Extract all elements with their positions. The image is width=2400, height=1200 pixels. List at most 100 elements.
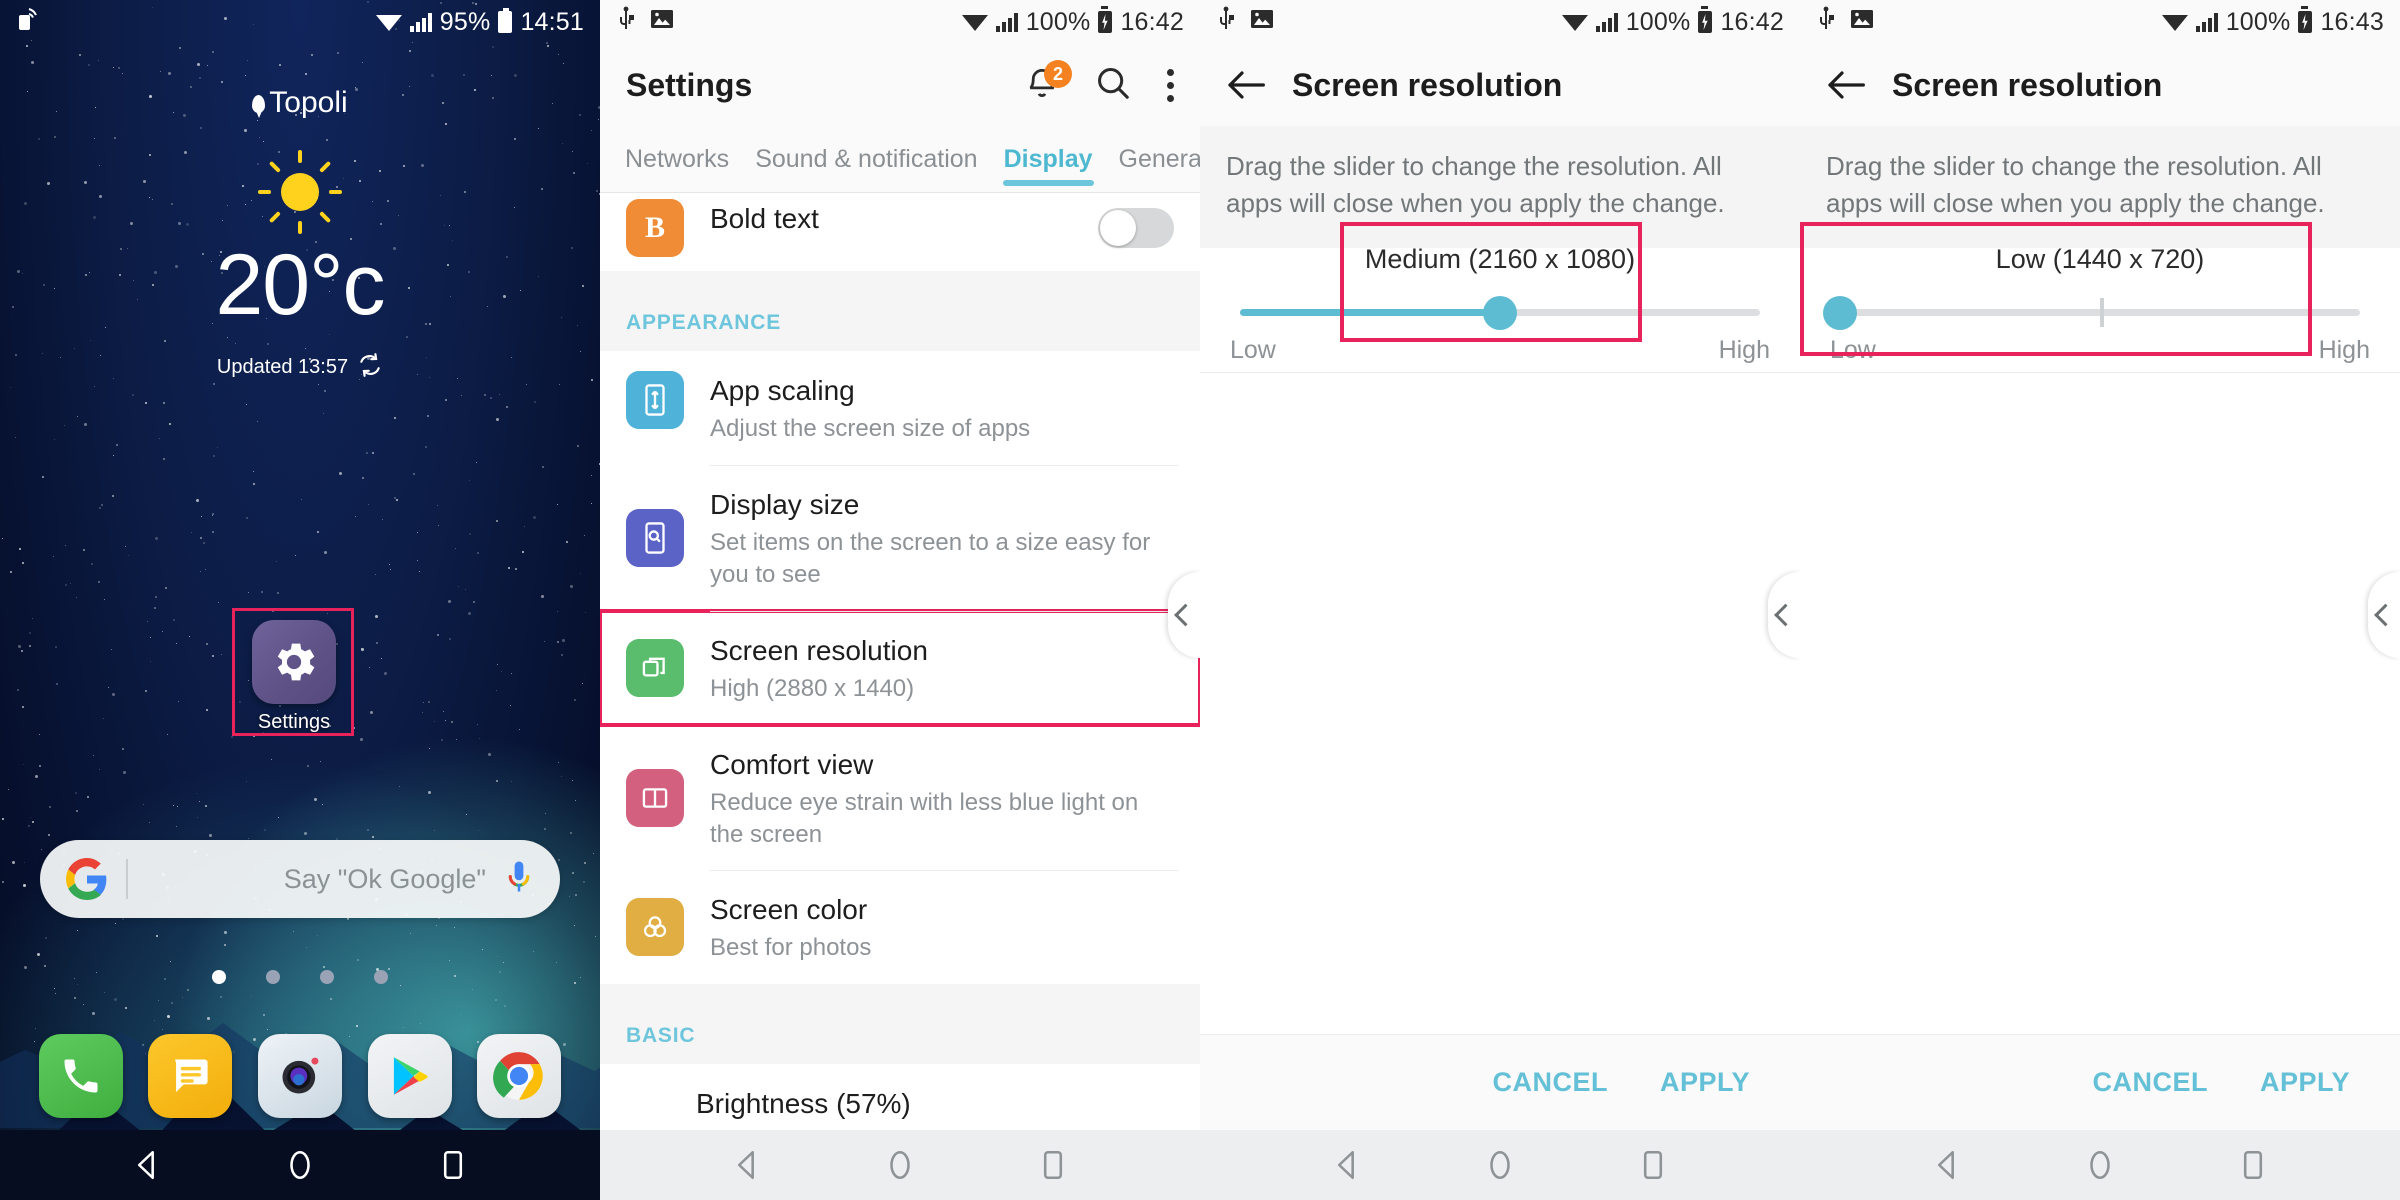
- navigation-bar-home: [0, 1130, 600, 1200]
- resolution-slider-endpoints: Low High: [1830, 336, 2370, 365]
- setting-subtitle: High (2880 x 1440): [710, 674, 915, 702]
- wifi-icon: [2161, 13, 2188, 31]
- status-clock: 16:42: [1120, 7, 1184, 36]
- edge-panel-handle[interactable]: [1768, 572, 1800, 658]
- image-icon: [1250, 8, 1274, 37]
- home-icon[interactable]: [2083, 1148, 2117, 1182]
- signal-icon: [409, 12, 432, 32]
- microphone-icon[interactable]: [504, 858, 534, 900]
- page-title: Settings: [626, 66, 753, 103]
- home-icon[interactable]: [283, 1148, 317, 1182]
- dock-app-phone[interactable]: [38, 1034, 123, 1118]
- nfc-icon: [16, 6, 38, 39]
- google-search-bar[interactable]: Say "Ok Google": [40, 840, 560, 918]
- resolution-action-bar-medium: CANCEL APPLY: [1200, 1034, 1800, 1130]
- page-dot-4[interactable]: [374, 970, 388, 984]
- setting-title: Comfort view: [710, 748, 874, 780]
- google-g-icon: [66, 858, 108, 900]
- resolution-divider: [1200, 372, 1800, 373]
- back-icon[interactable]: [130, 1148, 164, 1182]
- recents-icon[interactable]: [1636, 1148, 1670, 1182]
- dock-app-camera[interactable]: [257, 1034, 342, 1118]
- apply-button[interactable]: APPLY: [2244, 1057, 2366, 1108]
- tab-networks[interactable]: Networks: [612, 126, 742, 192]
- weather-temperature: 20°c: [215, 237, 385, 333]
- page-dot-3[interactable]: [320, 970, 334, 984]
- dock-app-chrome[interactable]: [477, 1034, 562, 1118]
- dock-app-play-store[interactable]: [367, 1034, 452, 1118]
- search-divider: [126, 859, 128, 899]
- home-icon[interactable]: [1483, 1148, 1517, 1182]
- battery-charging-icon: [2298, 6, 2313, 33]
- navigation-bar-resolution-medium: [1200, 1130, 1800, 1200]
- apply-button[interactable]: APPLY: [1644, 1057, 1766, 1108]
- signal-icon: [1595, 12, 1618, 32]
- signal-icon: [2195, 12, 2218, 32]
- home-dock: [0, 1020, 600, 1132]
- bold-text-toggle[interactable]: [1098, 208, 1174, 248]
- status-bar-settings: 100% 16:42: [600, 0, 1200, 44]
- dock-app-messages[interactable]: [148, 1034, 233, 1118]
- setting-row-comfort-view[interactable]: Comfort view Reduce eye strain with less…: [600, 724, 1200, 871]
- home-page-indicator: [0, 970, 600, 984]
- cancel-button[interactable]: CANCEL: [2076, 1057, 2224, 1108]
- resolution-slider-area-medium: Medium (2160 x 1080) Low High: [1200, 222, 1800, 365]
- recents-icon[interactable]: [436, 1148, 470, 1182]
- setting-subtitle: Reduce eye strain with less blue light o…: [710, 788, 1139, 848]
- refresh-icon[interactable]: [357, 352, 383, 384]
- home-icon[interactable]: [883, 1148, 917, 1182]
- brightness-label: Brightness (57%): [696, 1088, 911, 1120]
- search-icon[interactable]: [1094, 64, 1132, 107]
- resolution-slider[interactable]: [1240, 295, 1760, 330]
- setting-title: Screen resolution: [710, 634, 928, 666]
- weather-widget[interactable]: Topoli 20°c Updated 13:57: [0, 86, 600, 384]
- recents-icon[interactable]: [2236, 1148, 2270, 1182]
- back-icon[interactable]: [1930, 1148, 1964, 1182]
- tab-sound-notification[interactable]: Sound & notification: [742, 126, 990, 192]
- tab-display[interactable]: Display: [991, 126, 1106, 192]
- setting-row-display-size[interactable]: Display size Set items on the screen to …: [600, 464, 1200, 611]
- setting-subtitle: Adjust the screen size of apps: [710, 415, 1031, 442]
- resolution-slider[interactable]: [1823, 295, 2360, 330]
- setting-row-brightness[interactable]: Brightness (57%): [600, 1064, 1200, 1130]
- page-dot-2[interactable]: [266, 970, 280, 984]
- setting-title: Bold text: [710, 203, 819, 234]
- usb-icon: [1816, 6, 1836, 39]
- page-dot-1[interactable]: [212, 970, 226, 984]
- search-input[interactable]: Say "Ok Google": [154, 864, 504, 895]
- battery-percent-label: 95%: [439, 7, 491, 36]
- usb-icon: [616, 6, 636, 39]
- setting-row-app-scaling[interactable]: App scaling Adjust the screen size of ap…: [600, 351, 1200, 465]
- back-arrow-icon[interactable]: [1226, 70, 1266, 100]
- back-icon[interactable]: [1330, 1148, 1364, 1182]
- bell-icon[interactable]: 2: [1024, 60, 1072, 104]
- tab-general[interactable]: General: [1106, 126, 1200, 192]
- back-icon[interactable]: [730, 1148, 764, 1182]
- edge-panel-handle[interactable]: [2368, 572, 2400, 658]
- signal-icon: [995, 12, 1018, 32]
- kebab-menu-icon[interactable]: [1166, 68, 1174, 102]
- wifi-icon: [1561, 13, 1588, 31]
- setting-row-screen-color[interactable]: Screen color Best for photos: [600, 870, 1200, 985]
- display-size-icon: [626, 508, 684, 567]
- weather-updated-label: Updated 13:57: [216, 356, 349, 379]
- setting-row-bold-text[interactable]: B Bold text: [600, 193, 1200, 271]
- wifi-icon: [961, 13, 988, 31]
- panel-screen-resolution-low: 100% 16:43 Screen resolution Drag the sl…: [1800, 0, 2400, 1200]
- section-gap: [600, 984, 1200, 1003]
- sun-icon: [257, 149, 343, 235]
- wifi-icon: [375, 13, 402, 31]
- weather-location-row: Topoli: [0, 86, 600, 120]
- recents-icon[interactable]: [1036, 1148, 1070, 1182]
- section-gap: [600, 271, 1200, 289]
- weather-condition-icon-wrap: [0, 146, 600, 238]
- battery-charging-icon: [1098, 6, 1113, 33]
- setting-row-screen-resolution[interactable]: Screen resolution High (2880 x 1440): [600, 608, 1200, 727]
- display-settings-list[interactable]: B Bold text APPEARANCE App scaling Adjus…: [600, 193, 1200, 1130]
- setting-subtitle: Set items on the screen to a size easy f…: [710, 528, 1151, 588]
- page-title: Screen resolution: [1292, 66, 1563, 103]
- cancel-button[interactable]: CANCEL: [1476, 1057, 1624, 1108]
- book-icon: [626, 768, 684, 827]
- back-arrow-icon[interactable]: [1826, 70, 1866, 100]
- weather-updated-row: Updated 13:57: [0, 352, 600, 384]
